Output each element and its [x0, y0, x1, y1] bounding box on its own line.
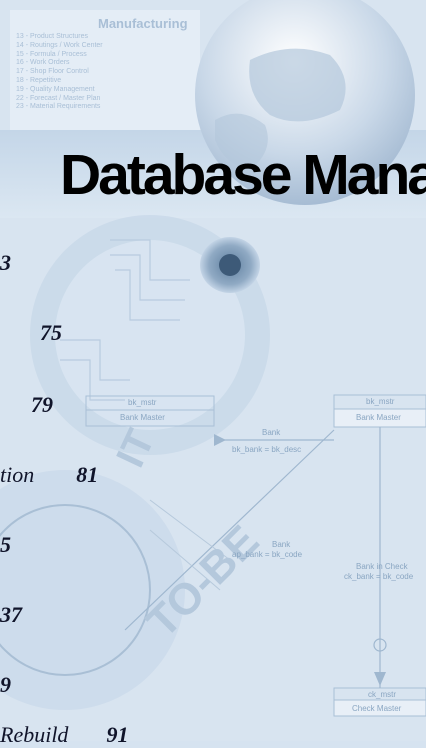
toc-page-number: 91	[106, 722, 129, 747]
toc-page-number: 9	[0, 672, 11, 697]
toc-entry[interactable]: 75	[40, 320, 62, 346]
bank-in-check-key: ck_bank = bk_code	[344, 572, 414, 581]
toc-page-number: 3	[0, 250, 11, 275]
toc-entry[interactable]: 5	[0, 532, 11, 558]
toc-entry-text: Rebuild	[0, 722, 69, 747]
toc-entry[interactable]: Rebuild 91	[0, 722, 128, 748]
check-master-label: Check Master	[352, 704, 402, 713]
manufacturing-item: 18 - Repetitive	[16, 76, 62, 84]
bank-master-table-label: bk_mstr	[128, 398, 157, 407]
toc-page-number: 79	[31, 392, 53, 417]
page-title: Database Mana	[60, 143, 426, 207]
toc-entry[interactable]: tion 81	[0, 462, 98, 488]
manufacturing-heading: Manufacturing	[98, 16, 188, 31]
manufacturing-item: 22 - Forecast / Master Plan	[16, 94, 101, 102]
toc-entry[interactable]: 3	[0, 250, 11, 276]
manufacturing-item: 13 - Product Structures	[16, 33, 88, 40]
toc-page-number: 81	[76, 462, 99, 487]
manufacturing-item: 23 - Material Requirements	[16, 103, 101, 111]
bank-master-2-label: Bank Master	[356, 413, 401, 422]
toc-page-number: 75	[40, 320, 62, 345]
manufacturing-item: 15 - Formula / Process	[16, 50, 87, 58]
manufacturing-item: 14 - Routings / Work Center	[16, 41, 103, 49]
bank-link-label: Bank	[262, 428, 281, 437]
toc-page-number: 5	[0, 532, 11, 557]
manufacturing-list: 13 - Product Structures 14 - Routings / …	[16, 33, 103, 112]
toc-entry[interactable]: 37	[0, 602, 22, 628]
toc-entry-text: tion	[0, 462, 35, 487]
bank-in-check-label: Bank in Check	[356, 562, 408, 571]
bank-key-left-detail: ap_bank = bk_code	[232, 550, 303, 559]
toc-entry[interactable]: 9	[0, 672, 11, 698]
check-master-table-label: ck_mstr	[368, 690, 396, 699]
bank-master-label: Bank Master	[120, 413, 165, 422]
bank-key-left: Bank	[272, 540, 291, 549]
manufacturing-item: 16 - Work Orders	[16, 59, 70, 67]
manufacturing-item: 17 - Shop Floor Control	[16, 68, 89, 76]
manufacturing-item: 19 - Quality Management	[16, 85, 95, 93]
bank-master-2-table-label: bk_mstr	[366, 397, 395, 406]
toc-page-number: 37	[0, 602, 22, 627]
toc-entry[interactable]: 79	[31, 392, 53, 418]
bank-link-key: bk_bank = bk_desc	[232, 445, 302, 454]
